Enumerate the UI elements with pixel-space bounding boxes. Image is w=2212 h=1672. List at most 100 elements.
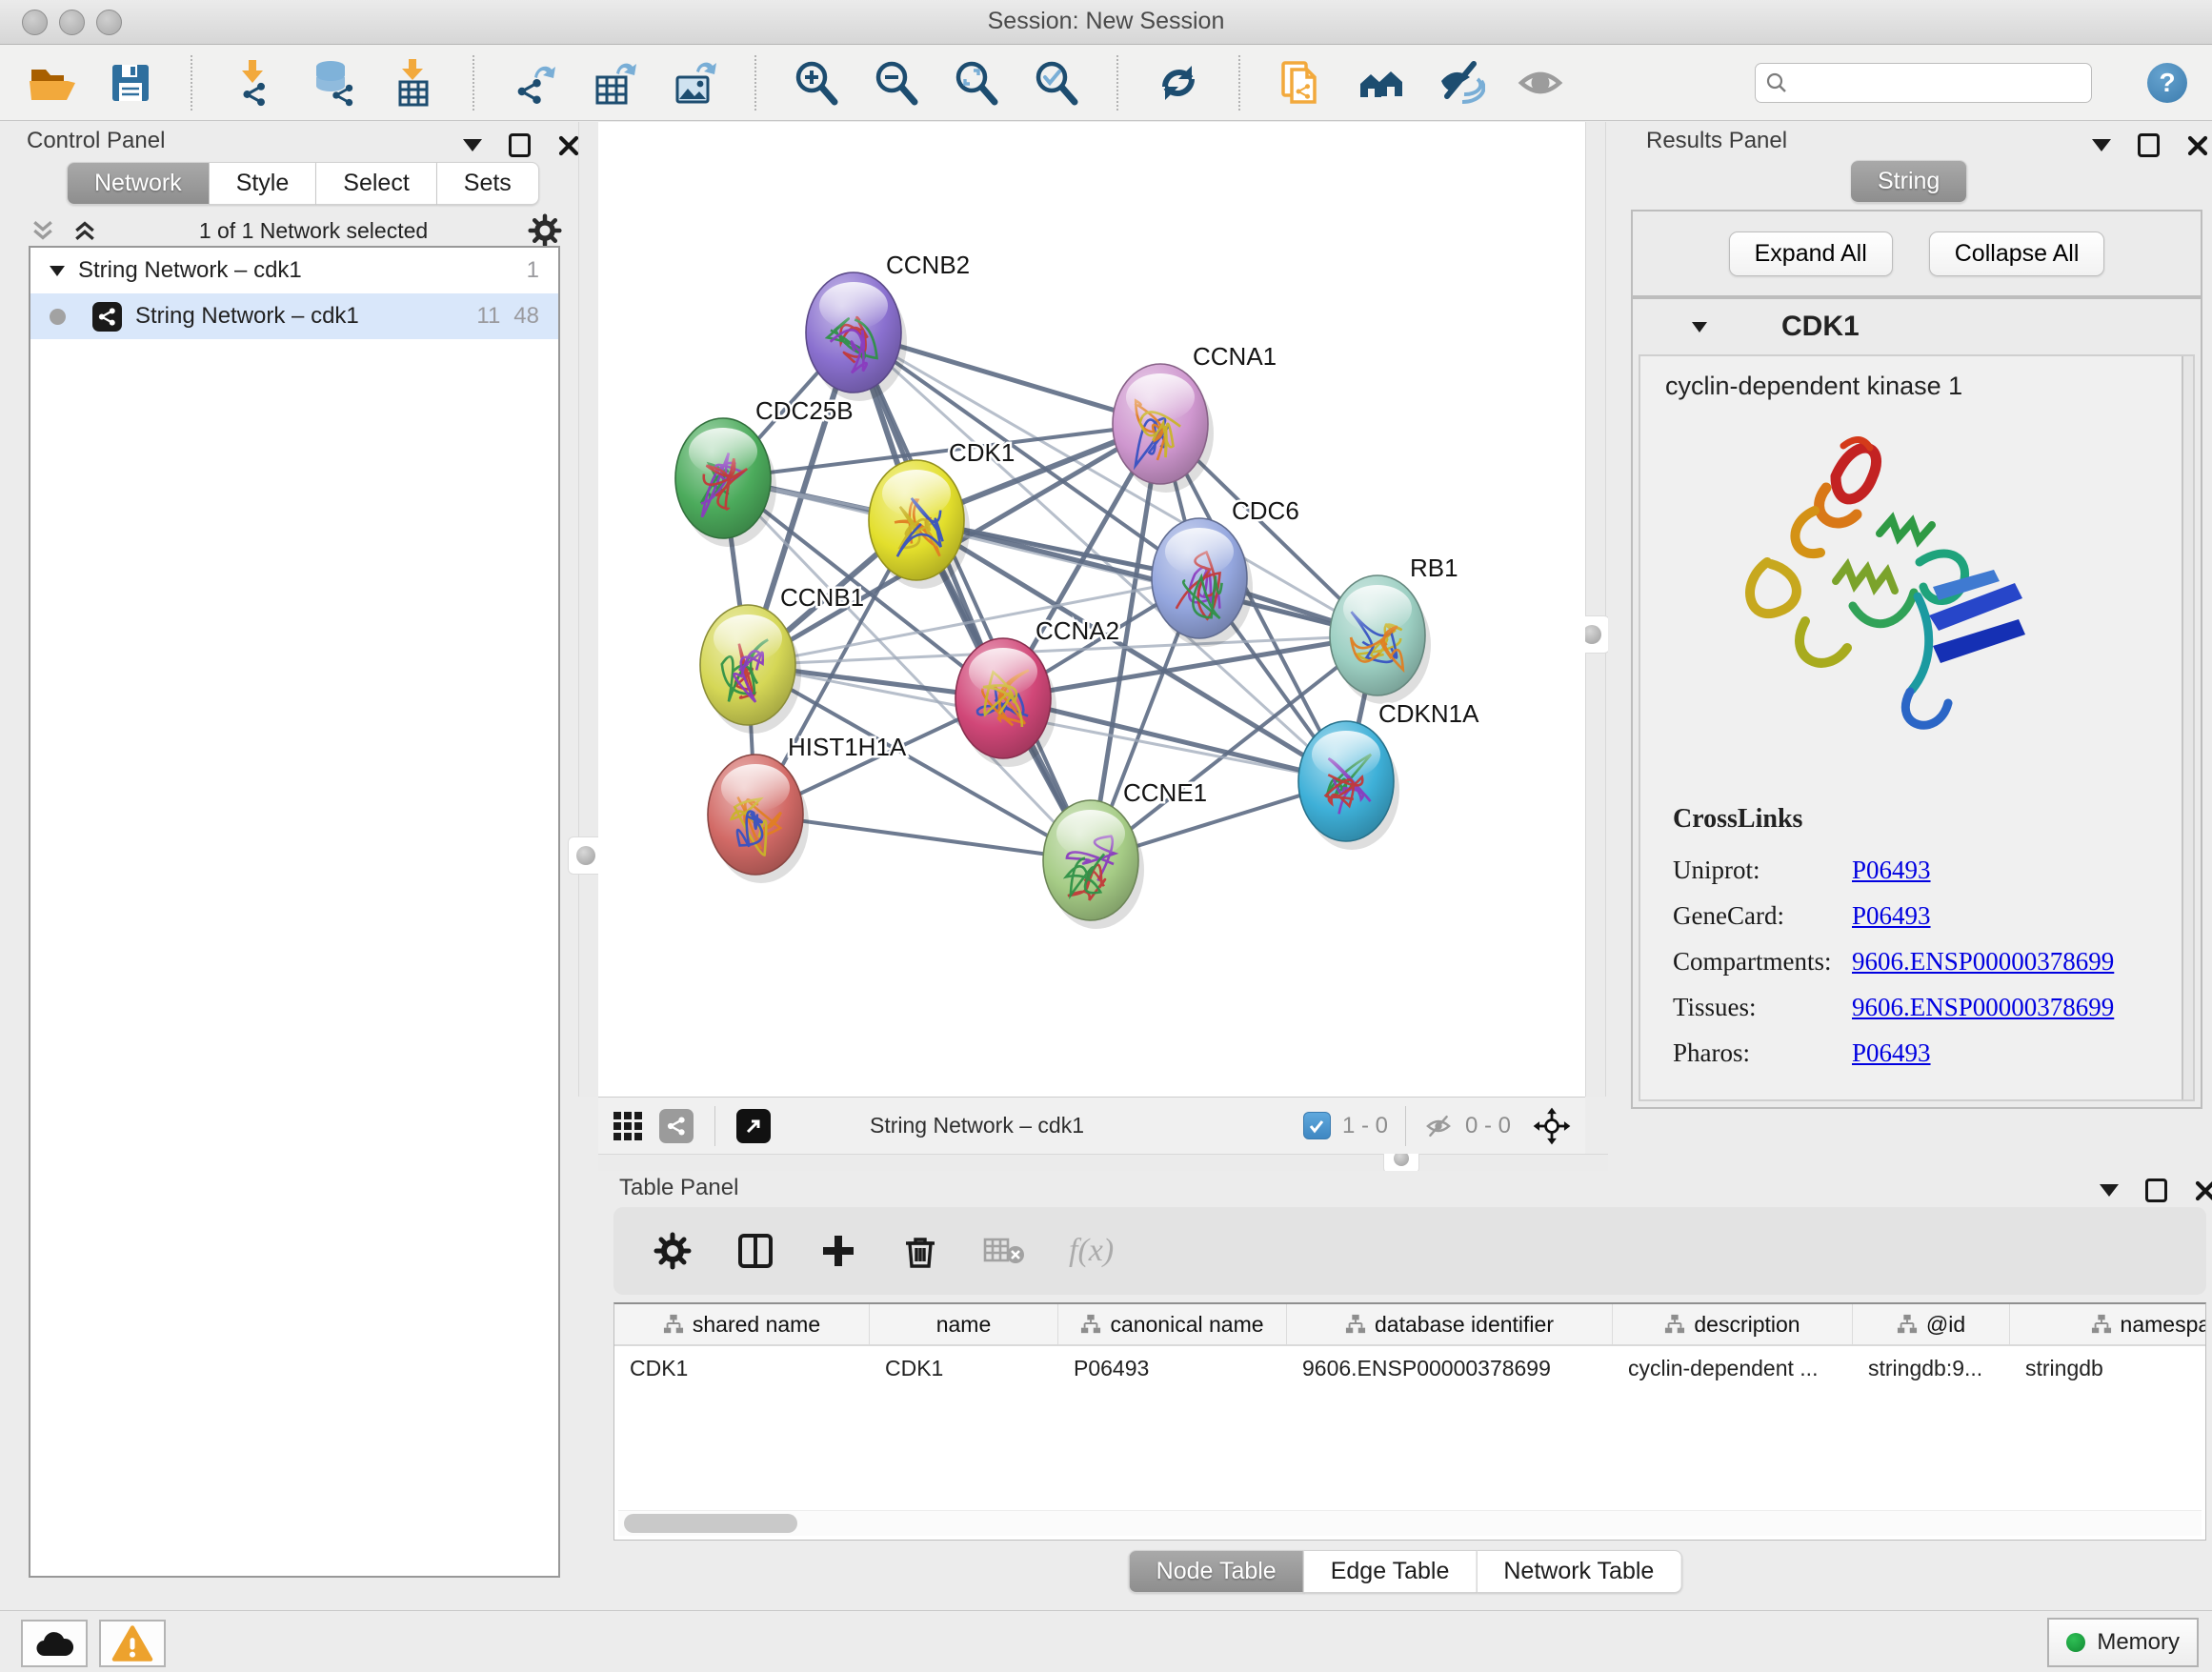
crosslink-link[interactable]: P06493 [1852, 856, 1931, 885]
hide-graphics-details-icon[interactable] [1435, 57, 1486, 109]
float-panel-icon[interactable] [2145, 1178, 2167, 1202]
column-header-canonical-name[interactable]: canonical name [1058, 1304, 1287, 1344]
network-selection-bar: 1 of 1 Network selected [29, 213, 562, 248]
node-CDC25B[interactable]: CDC25B [675, 396, 854, 547]
table-cell: stringdb [2010, 1346, 2206, 1381]
column-header--id[interactable]: @id [1853, 1304, 2010, 1344]
import-network-file-icon[interactable] [227, 57, 278, 109]
table-toolbar: f(x) [613, 1207, 2206, 1295]
tab-network-table[interactable]: Network Table [1477, 1550, 1681, 1593]
export-table-icon[interactable] [589, 57, 640, 109]
cloud-button[interactable] [21, 1620, 88, 1667]
tab-sets[interactable]: Sets [437, 162, 539, 205]
create-column-icon[interactable] [819, 1232, 857, 1270]
table-cell: P06493 [1058, 1346, 1287, 1381]
show-graphics-details-icon [1515, 57, 1566, 109]
zoom-selected-icon[interactable] [1031, 57, 1082, 109]
node-HIST1H1A[interactable]: HIST1H1A [708, 733, 907, 883]
open-session-icon[interactable] [25, 57, 76, 109]
right-splitter[interactable] [1585, 122, 1606, 1097]
node-label: RB1 [1410, 554, 1458, 582]
import-table-file-icon[interactable] [387, 57, 438, 109]
tab-edge-table[interactable]: Edge Table [1304, 1550, 1478, 1593]
node-CCNA1[interactable]: CCNA1 [1113, 342, 1277, 493]
network-view[interactable]: CCNB2CCNA1CDC25BCDK1CDC6RB1CCNB1CCNA2CDK… [598, 122, 1585, 1097]
network-options-gear-icon[interactable] [528, 213, 562, 248]
column-header-description[interactable]: description [1613, 1304, 1853, 1344]
show-columns-icon[interactable] [735, 1231, 775, 1271]
selected-checkbox-icon[interactable] [1303, 1112, 1331, 1139]
zoom-out-icon[interactable] [871, 57, 922, 109]
new-network-from-selection-icon[interactable] [1275, 57, 1326, 109]
search-box [1755, 63, 2092, 103]
node-CCNE1[interactable]: CCNE1 [1043, 778, 1207, 929]
delete-column-icon[interactable] [901, 1232, 939, 1270]
tab-network[interactable]: Network [67, 162, 210, 205]
crosslink-link[interactable]: 9606.ENSP00000378699 [1852, 993, 2114, 1022]
collapse-all-button[interactable]: Collapse All [1929, 232, 2105, 276]
toolbar-separator [473, 55, 474, 111]
expand-all-button[interactable]: Expand All [1729, 232, 1893, 276]
network-node-count: 11 [476, 303, 500, 330]
node-CDKN1A[interactable]: CDKN1A [1298, 699, 1479, 850]
collection-label: String Network – cdk1 [78, 257, 302, 284]
column-header-database-identifier[interactable]: database identifier [1287, 1304, 1613, 1344]
apply-layout-icon[interactable] [1153, 57, 1204, 109]
node-RB1[interactable]: RB1 [1330, 554, 1458, 704]
column-header-shared-name[interactable]: shared name [614, 1304, 870, 1344]
panel-menu-icon[interactable] [2092, 139, 2111, 151]
table-options-gear-icon[interactable] [654, 1232, 692, 1270]
results-panel-title: Results Panel [1646, 128, 1787, 154]
crosslink-row: Pharos:P06493 [1673, 1038, 2114, 1068]
close-panel-icon[interactable] [2194, 1179, 2212, 1202]
tab-string[interactable]: String [1851, 160, 1967, 203]
protein-expander-icon[interactable] [1692, 322, 1707, 332]
tab-select[interactable]: Select [316, 162, 436, 205]
zoom-in-icon[interactable] [791, 57, 842, 109]
float-panel-icon[interactable] [509, 133, 531, 157]
fit-selection-crosshair-icon[interactable] [1532, 1106, 1572, 1146]
detach-view-icon[interactable] [736, 1109, 771, 1143]
grid-view-icon[interactable] [612, 1110, 644, 1142]
results-scrollbar[interactable] [2182, 356, 2193, 1099]
export-image-icon[interactable] [669, 57, 720, 109]
node-CCNB2[interactable]: CCNB2 [806, 251, 970, 401]
import-network-database-icon[interactable] [307, 57, 358, 109]
network-icon-badge[interactable] [659, 1109, 694, 1143]
search-input[interactable] [1796, 70, 2081, 96]
collection-expander-icon[interactable] [50, 266, 65, 276]
birds-eye-view-icon[interactable] [1355, 57, 1406, 109]
network-row[interactable]: String Network – cdk1 11 48 [30, 293, 558, 339]
close-panel-icon[interactable] [557, 134, 580, 157]
scrollbar-thumb[interactable] [624, 1514, 797, 1533]
expand-all-icon[interactable] [70, 216, 99, 245]
export-network-icon[interactable] [509, 57, 560, 109]
table-horizontal-scrollbar[interactable] [618, 1510, 2202, 1536]
crosslink-link[interactable]: 9606.ENSP00000378699 [1852, 947, 2114, 977]
edge-CCNB2-CCNE1[interactable] [854, 332, 1091, 860]
warning-button[interactable] [99, 1620, 166, 1667]
zoom-fit-icon[interactable] [951, 57, 1002, 109]
float-panel-icon[interactable] [2138, 133, 2160, 157]
search-icon [1765, 71, 1788, 94]
save-session-icon[interactable] [105, 57, 156, 109]
table-row[interactable]: CDK1CDK1P064939606.ENSP00000378699cyclin… [614, 1346, 2205, 1381]
protein-header[interactable]: CDK1 [1633, 299, 2201, 354]
column-header-name[interactable]: name [870, 1304, 1058, 1344]
panel-menu-icon[interactable] [2100, 1184, 2119, 1197]
crosslink-link[interactable]: P06493 [1852, 1038, 1931, 1068]
table-panel-buttons [2100, 1178, 2212, 1202]
help-button[interactable]: ? [2147, 63, 2187, 103]
memory-button[interactable]: Memory [2047, 1618, 2199, 1667]
crosslink-row: Tissues:9606.ENSP00000378699 [1673, 993, 2114, 1022]
panel-menu-icon[interactable] [463, 139, 482, 151]
close-panel-icon[interactable] [2186, 134, 2209, 157]
network-canvas[interactable]: CCNB2CCNA1CDC25BCDK1CDC6RB1CCNB1CCNA2CDK… [598, 122, 1585, 1097]
left-splitter[interactable] [578, 122, 599, 1097]
tab-node-table[interactable]: Node Table [1129, 1550, 1304, 1593]
column-header-namespace[interactable]: namespace [2010, 1304, 2206, 1344]
network-collection-row[interactable]: String Network – cdk1 1 [30, 248, 558, 293]
collapse-all-icon[interactable] [29, 216, 57, 245]
tab-style[interactable]: Style [210, 162, 317, 205]
crosslink-link[interactable]: P06493 [1852, 901, 1931, 931]
